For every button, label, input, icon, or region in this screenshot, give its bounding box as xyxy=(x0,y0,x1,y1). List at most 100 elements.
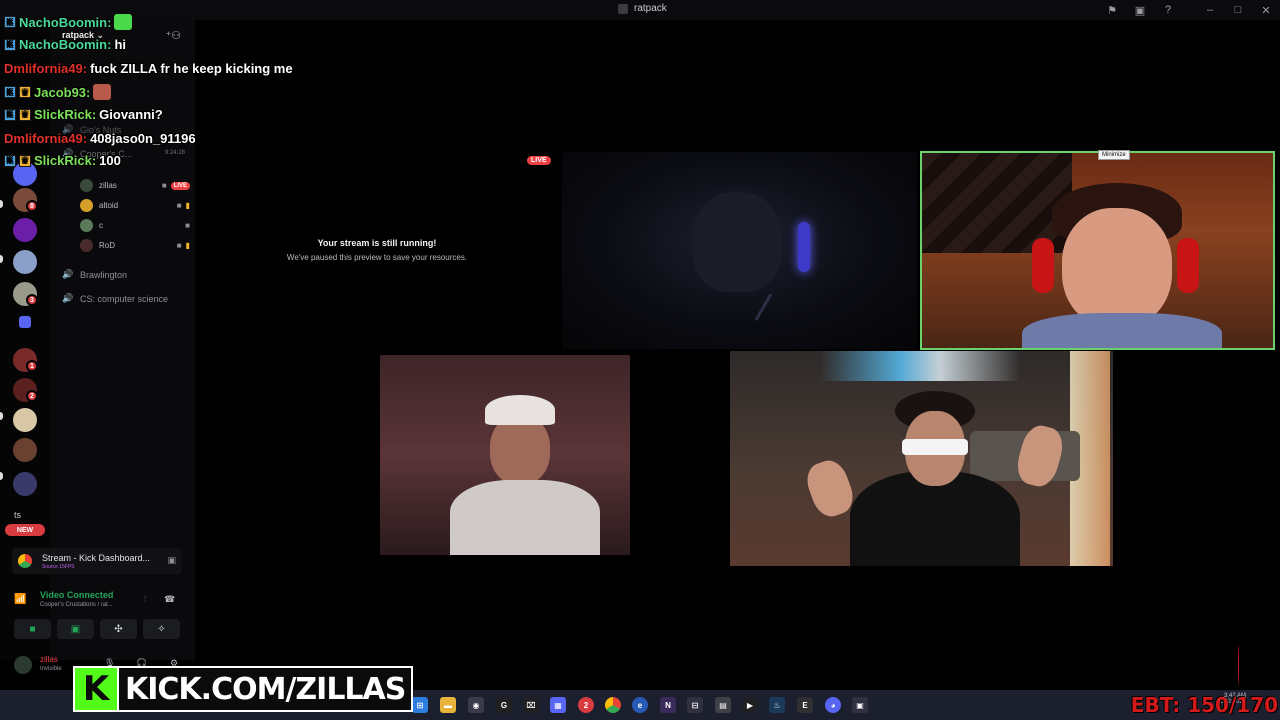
verified-badge-icon: K xyxy=(4,154,16,167)
voice-channel-brawlington[interactable]: 🔊 Brawlington xyxy=(62,269,127,280)
voice-controls: ■ ▣ ✣ ✧ xyxy=(14,619,180,639)
camera-button[interactable]: ■ xyxy=(14,619,51,639)
chat-message: Dmlifornia49: 408jaso0n_91196 xyxy=(4,131,196,146)
discord-icon[interactable]: ◕ xyxy=(825,697,841,713)
voice-user-zillas[interactable]: zillas ■ LIVE xyxy=(80,179,190,192)
video-camera-icon: ■ xyxy=(176,241,182,250)
screen-share-button[interactable]: ▣ xyxy=(57,619,94,639)
video-camera-icon: ■ xyxy=(161,181,167,190)
video-tile-speaking[interactable] xyxy=(920,151,1275,350)
server-icon-ts[interactable]: ts xyxy=(14,510,21,520)
crown-badge-icon: ♛ xyxy=(19,108,31,121)
epic-games-icon[interactable]: E xyxy=(797,697,813,713)
chrome-icon[interactable] xyxy=(605,697,621,713)
notepad-icon[interactable]: ▤ xyxy=(715,697,731,713)
chat-message: Dmlifornia49: fuck ZILLA fr he keep kick… xyxy=(4,61,293,76)
voice-user-altoid[interactable]: altoid ■ ▮ xyxy=(80,199,190,212)
speaker-icon: 🔊 xyxy=(62,269,74,279)
title-bar-controls: ⚑ ▣ ? – □ ✕ xyxy=(1098,0,1280,20)
grid-app-icon[interactable]: ▦ xyxy=(550,697,566,713)
avatar xyxy=(80,199,93,212)
capcut-icon[interactable]: ⌧ xyxy=(523,697,539,713)
ebt-counter: EBT: 150/170 xyxy=(1130,693,1278,717)
window-title: ratpack xyxy=(618,3,667,14)
chat-message: K NachoBoomin: xyxy=(4,14,133,30)
app-icon[interactable]: ⊟ xyxy=(687,697,703,713)
avatar xyxy=(80,239,93,252)
voice-channel-cs[interactable]: 🔊 CS: computer science xyxy=(62,293,168,304)
video-camera-icon: ■ xyxy=(185,221,190,230)
next-app-icon[interactable]: N xyxy=(660,697,676,713)
minimize-tooltip: Minimize xyxy=(1098,150,1130,160)
new-badge: NEW xyxy=(5,524,45,536)
app-icon[interactable]: ▣ xyxy=(852,697,868,713)
app-icon[interactable]: G xyxy=(496,697,512,713)
voice-user-c[interactable]: c ■ xyxy=(80,219,190,232)
crown-badge-icon: ♛ xyxy=(19,154,31,167)
mention-badge: 3 xyxy=(26,294,38,306)
disconnect-icon[interactable]: ☎ xyxy=(164,594,175,605)
avatar[interactable] xyxy=(14,656,32,674)
invite-people-icon[interactable]: ⁺⚇ xyxy=(165,29,181,42)
mention-badge: 8 xyxy=(26,200,38,212)
chat-message: K ♛ SlickRick: 100 xyxy=(4,153,121,168)
close-window-button[interactable]: ✕ xyxy=(1252,0,1280,20)
chrome-icon xyxy=(18,554,32,568)
unread-pill xyxy=(0,412,3,420)
verified-badge-icon: K xyxy=(4,38,16,51)
headphones-icon xyxy=(798,222,810,272)
mention-badge: 2 xyxy=(26,390,38,402)
folder-icon[interactable] xyxy=(19,316,31,328)
obs-icon[interactable]: ◉ xyxy=(468,697,484,713)
voice-user-rod[interactable]: RoD ■ ▮ xyxy=(80,239,190,252)
noise-suppression-icon[interactable]: ⫶ xyxy=(144,594,146,605)
video-tile-red[interactable] xyxy=(380,355,630,555)
avatar xyxy=(80,179,93,192)
activity-icon: ▮ xyxy=(185,241,190,250)
minimize-window-button[interactable]: – xyxy=(1196,0,1224,20)
chat-message: K ♛ SlickRick: Giovanni? xyxy=(4,107,163,122)
decorative-line xyxy=(1238,645,1240,685)
video-camera-icon: ■ xyxy=(176,201,182,210)
server-icon-eye[interactable] xyxy=(13,218,37,242)
windows-start-icon[interactable]: ⊞ xyxy=(412,697,428,713)
threads-icon[interactable]: ⚑ xyxy=(1098,0,1126,20)
mention-badge: 1 xyxy=(26,360,38,372)
live-badge: LIVE xyxy=(527,156,551,165)
video-tile-room[interactable] xyxy=(730,351,1113,566)
server-icon-avatar-5[interactable] xyxy=(13,408,37,432)
screen-share-card[interactable]: Stream - Kick Dashboard... Source 15FPS … xyxy=(12,548,182,574)
stop-streaming-icon[interactable]: ▣ xyxy=(167,555,176,566)
verified-badge-icon: K xyxy=(4,16,16,28)
unread-pill xyxy=(0,200,3,208)
paused-stream-notice: Your stream is still running! We've paus… xyxy=(286,238,468,262)
verified-badge-icon: K xyxy=(4,86,16,98)
emote-icon xyxy=(114,14,133,30)
signal-icon: 📶 xyxy=(14,594,27,605)
video-tile-dark[interactable] xyxy=(562,152,917,349)
chat-message: K ♛ Jacob93: xyxy=(4,84,112,100)
kick-logo-icon: K xyxy=(73,666,119,712)
server-icon-avatar-7[interactable] xyxy=(13,472,37,496)
unread-pill xyxy=(0,255,3,263)
title-bar: ratpack ⚑ ▣ ? – □ ✕ xyxy=(0,0,1280,20)
speaker-icon: 🔊 xyxy=(62,293,74,303)
help-icon[interactable]: ? xyxy=(1154,0,1182,20)
server-icon-avatar-2[interactable] xyxy=(13,250,37,274)
notification-app-icon[interactable]: 2 xyxy=(578,697,594,713)
chat-message: K NachoBoomin: hi xyxy=(4,37,126,52)
verified-badge-icon: K xyxy=(4,108,16,121)
emote-icon xyxy=(93,84,112,100)
media-player-icon[interactable]: ▶ xyxy=(742,697,758,713)
server-icon-avatar-6[interactable] xyxy=(13,438,37,462)
browser-icon[interactable]: e xyxy=(632,697,648,713)
soundboard-button[interactable]: ✧ xyxy=(143,619,180,639)
maximize-window-button[interactable]: □ xyxy=(1224,0,1252,20)
unread-pill xyxy=(0,472,3,480)
file-explorer-icon[interactable]: ▬ xyxy=(440,697,456,713)
activities-button[interactable]: ✣ xyxy=(100,619,137,639)
steam-icon[interactable]: ♨ xyxy=(769,697,785,713)
server-icon xyxy=(618,3,628,14)
live-badge: LIVE xyxy=(170,181,190,190)
inbox-icon[interactable]: ▣ xyxy=(1126,0,1154,20)
